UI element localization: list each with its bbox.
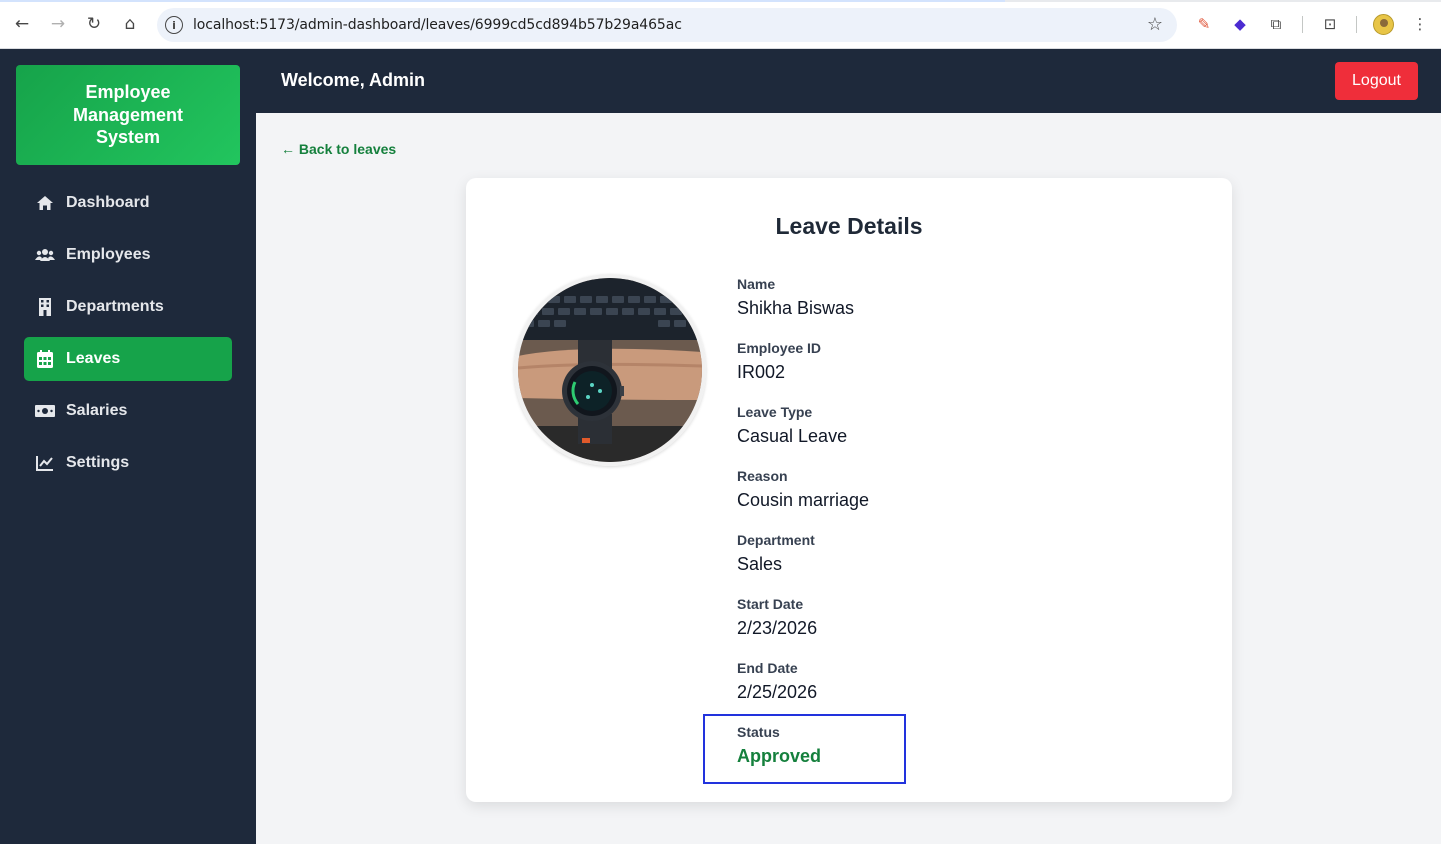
status-highlight-box xyxy=(703,714,906,784)
building-icon xyxy=(35,298,55,316)
field-reason: Reason Cousin marriage xyxy=(737,468,869,511)
page-title: Leave Details xyxy=(775,213,923,239)
chart-line-icon xyxy=(35,455,55,471)
sidebar-item-dashboard[interactable]: Dashboard xyxy=(24,181,232,225)
sidebar-item-settings[interactable]: Settings xyxy=(24,441,232,485)
bookmark-star-icon[interactable]: ☆ xyxy=(1147,14,1163,35)
back-to-leaves-link[interactable]: ← Back to leaves xyxy=(281,141,396,157)
welcome-text: Welcome, Admin xyxy=(281,70,426,90)
reload-icon[interactable]: ↻ xyxy=(82,12,106,36)
home-browser-icon[interactable]: ⌂ xyxy=(118,12,142,36)
leave-details-card: Leave Details Name Shikha Biswas Employe… xyxy=(466,178,1232,802)
sidebar-item-leaves[interactable]: Leaves xyxy=(24,337,232,381)
field-label: Leave Type xyxy=(737,404,813,420)
employee-photo xyxy=(514,274,706,466)
app-brand[interactable]: Employee Management System xyxy=(16,65,240,165)
kebab-menu-icon[interactable]: ⋮ xyxy=(1409,13,1431,35)
field-end-date: End Date 2/25/2026 xyxy=(737,660,817,703)
address-bar[interactable]: i localhost:5173/admin-dashboard/leaves/… xyxy=(157,8,1177,42)
field-label: Reason xyxy=(737,468,788,484)
active-tab-indicator xyxy=(0,0,1005,2)
field-label: End Date xyxy=(737,660,798,676)
top-header: Welcome, Admin Logout xyxy=(256,49,1441,113)
sidebar-item-label: Departments xyxy=(66,298,164,315)
tab-strip xyxy=(0,0,1441,2)
home-icon xyxy=(35,195,55,211)
field-name: Name Shikha Biswas xyxy=(737,276,854,319)
puzzle-extensions-icon[interactable]: ⧉ xyxy=(1265,13,1287,35)
field-value: Sales xyxy=(737,554,783,574)
sidebar-item-label: Salaries xyxy=(66,402,128,419)
browser-toolbar: ← → ↻ ⌂ i localhost:5173/admin-dashboard… xyxy=(0,0,1441,49)
field-value: Cousin marriage xyxy=(737,490,870,510)
forward-arrow-icon[interactable]: → xyxy=(46,12,70,36)
field-label: Department xyxy=(737,532,815,548)
sidebar: Employee Management System Dashboard Emp… xyxy=(0,49,256,844)
field-value: 2/23/2026 xyxy=(737,618,818,638)
field-label: Start Date xyxy=(737,596,804,612)
field-department: Department Sales xyxy=(737,532,815,575)
sidebar-item-label: Employees xyxy=(66,246,151,263)
tab-search-icon[interactable]: ⊡ xyxy=(1319,13,1341,35)
sidebar-item-employees[interactable]: Employees xyxy=(24,233,232,277)
address-url[interactable]: localhost:5173/admin-dashboard/leaves/69… xyxy=(193,17,682,33)
logout-button[interactable]: Logout xyxy=(1335,62,1418,100)
sidebar-item-salaries[interactable]: Salaries xyxy=(24,389,232,433)
field-start-date: Start Date 2/23/2026 xyxy=(737,596,817,639)
money-bill-icon xyxy=(35,405,55,417)
sidebar-item-label: Settings xyxy=(66,454,130,471)
site-info-icon[interactable]: i xyxy=(165,16,183,34)
users-icon xyxy=(35,248,55,262)
sidebar-item-label: Leaves xyxy=(66,350,121,367)
diamond-extension-icon[interactable]: ◆ xyxy=(1229,13,1251,35)
profile-avatar[interactable] xyxy=(1373,14,1394,35)
field-label: Name xyxy=(737,276,776,292)
field-value: IR002 xyxy=(737,362,786,382)
sidebar-item-label: Dashboard xyxy=(66,194,150,211)
field-value: 2/25/2026 xyxy=(737,682,818,702)
field-value: Casual Leave xyxy=(737,426,848,446)
toolbar-divider xyxy=(1302,16,1303,33)
field-leave-type: Leave Type Casual Leave xyxy=(737,404,847,447)
back-arrow-icon[interactable]: ← xyxy=(10,12,34,36)
sidebar-item-departments[interactable]: Departments xyxy=(24,285,232,329)
field-employee-id: Employee ID IR002 xyxy=(737,340,821,383)
field-label: Employee ID xyxy=(737,340,822,356)
field-value: Shikha Biswas xyxy=(737,298,855,318)
pen-extension-icon[interactable]: ✎ xyxy=(1193,13,1215,35)
toolbar-divider xyxy=(1356,16,1357,33)
calendar-icon xyxy=(35,350,55,368)
